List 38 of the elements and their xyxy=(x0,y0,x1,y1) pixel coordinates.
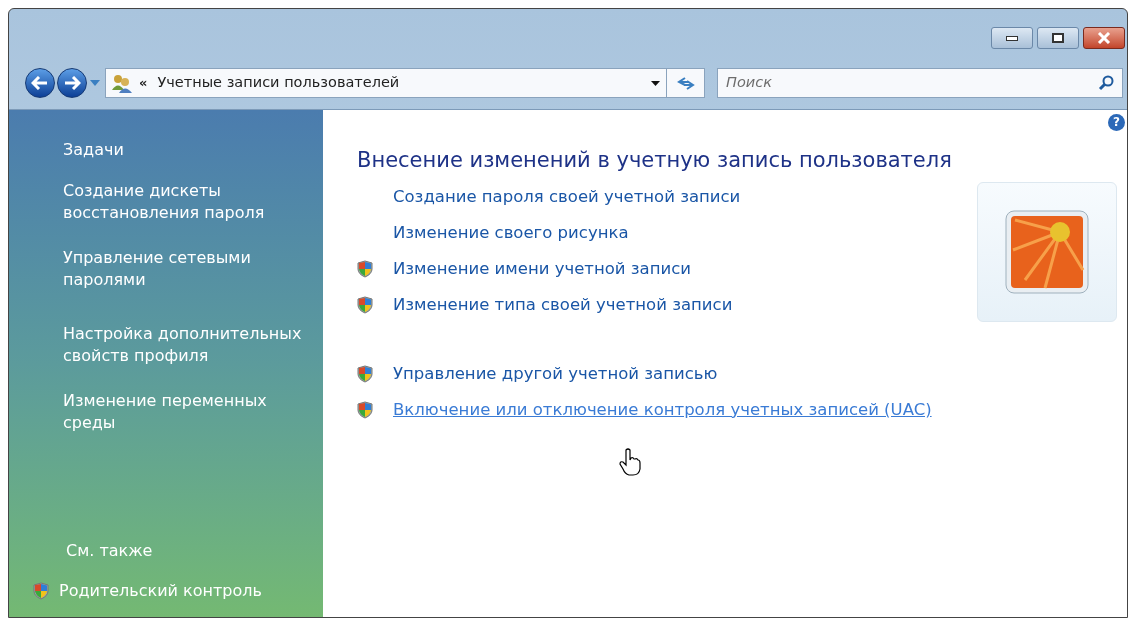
close-button[interactable] xyxy=(1083,27,1125,49)
help-button[interactable]: ? xyxy=(1108,114,1125,131)
breadcrumb-item[interactable]: Учетные записи пользователей xyxy=(157,72,400,94)
task-link[interactable]: Управление другой учетной записью xyxy=(393,361,718,387)
task-link[interactable]: Изменение типа своей учетной записи xyxy=(393,292,733,318)
hand-cursor-icon xyxy=(619,448,641,476)
maximize-button[interactable] xyxy=(1037,27,1079,49)
breadcrumb-chevron[interactable]: « xyxy=(139,73,148,93)
task-link[interactable]: Изменение имени учетной записи xyxy=(393,256,691,282)
task-link[interactable]: Включение или отключение контроля учетных записей (UAC) xyxy=(393,397,932,423)
shield-icon xyxy=(33,582,49,600)
back-button[interactable] xyxy=(25,68,55,98)
sidebar-link[interactable]: Управление сетевыми паролями xyxy=(63,247,313,291)
shield-icon xyxy=(357,365,373,383)
users-icon xyxy=(111,73,133,93)
shield-icon xyxy=(357,260,373,278)
sidebar-heading: Задачи xyxy=(63,139,125,161)
close-icon xyxy=(1097,32,1111,44)
task-link[interactable]: Создание пароля своей учетной записи xyxy=(393,184,741,210)
caret-icon xyxy=(90,80,100,86)
search-icon xyxy=(1098,75,1114,91)
address-bar[interactable]: « Учетные записи пользователей xyxy=(105,68,705,98)
shield-icon xyxy=(357,296,373,314)
minimize-button[interactable] xyxy=(991,27,1033,49)
search-field[interactable]: Поиск xyxy=(717,68,1123,98)
maximize-icon xyxy=(1052,33,1064,43)
caret-icon xyxy=(650,80,660,86)
refresh-icon xyxy=(676,76,695,90)
see-also-heading: См. также xyxy=(66,540,154,562)
right-arrow-icon xyxy=(63,76,81,90)
search-input[interactable]: Поиск xyxy=(726,72,1098,94)
shield-icon xyxy=(357,401,373,419)
sidebar-link[interactable]: Создание дискеты восстановления пароля xyxy=(63,180,313,224)
task-link[interactable]: Изменение своего рисунка xyxy=(393,220,629,246)
forward-button[interactable] xyxy=(57,68,87,98)
page-title: Внесение изменений в учетную запись пользователя xyxy=(357,147,953,174)
left-arrow-icon xyxy=(31,76,49,90)
minimize-icon xyxy=(1006,35,1018,41)
